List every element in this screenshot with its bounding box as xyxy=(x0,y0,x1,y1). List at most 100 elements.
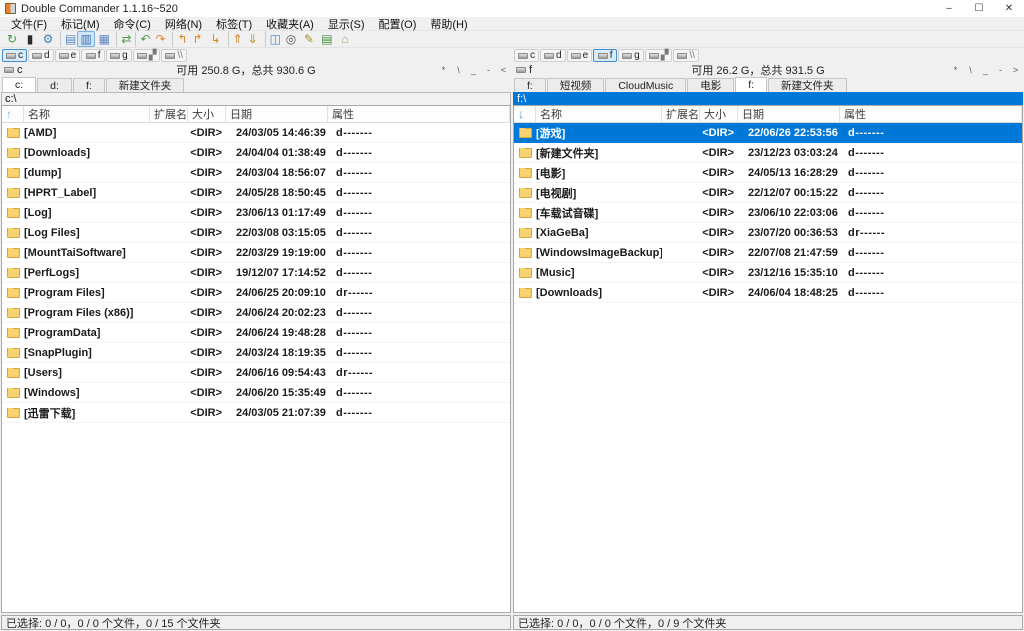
drive-button[interactable]: e xyxy=(55,49,81,62)
terminal-icon[interactable]: ▮ xyxy=(21,31,39,47)
menu-item[interactable]: 帮助(H) xyxy=(423,16,474,32)
drive-button[interactable]: f xyxy=(81,49,105,62)
pane-header-button[interactable]: _ xyxy=(469,65,478,75)
pane-header-button[interactable]: * xyxy=(951,65,960,75)
left-path-bar[interactable]: c:\ xyxy=(1,92,511,105)
close-button[interactable]: ✕ xyxy=(994,0,1024,17)
attr-column-header[interactable]: 属性 xyxy=(840,106,1022,122)
pane-header-button[interactable]: \ xyxy=(966,65,975,75)
sort-column-header[interactable]: ↑ xyxy=(2,106,24,122)
file-row[interactable]: [Users] <DIR> 24/06/16 09:54:43 dr------ xyxy=(2,363,510,383)
view-brief-icon[interactable]: ▤ xyxy=(60,31,77,47)
folder-tab[interactable]: 新建文件夹 xyxy=(106,78,185,92)
menu-item[interactable]: 显示(S) xyxy=(321,16,372,32)
file-row[interactable]: [Log] <DIR> 23/06/13 01:17:49 d------- xyxy=(2,203,510,223)
file-row[interactable]: [迅雷下载] <DIR> 24/03/05 21:07:39 d------- xyxy=(2,403,510,423)
symlink-icon[interactable]: ↱ xyxy=(189,31,207,47)
file-row[interactable]: [Program Files] <DIR> 24/06/25 20:09:10 … xyxy=(2,283,510,303)
editor-icon[interactable]: ⌂ xyxy=(336,31,354,47)
folder-tab[interactable]: 短视频 xyxy=(547,78,605,92)
file-row[interactable]: [SnapPlugin] <DIR> 24/03/24 18:19:35 d--… xyxy=(2,343,510,363)
drive-button[interactable]: f xyxy=(593,49,617,62)
folder-tab[interactable]: 新建文件夹 xyxy=(768,78,847,92)
folder-tab[interactable]: CloudMusic xyxy=(605,78,686,92)
drive-button[interactable]: c xyxy=(514,49,539,62)
drive-button[interactable]: d xyxy=(540,49,566,62)
options-icon[interactable]: ⚙ xyxy=(39,31,57,47)
drive-button[interactable]: ▞ xyxy=(645,49,673,62)
folder-tab[interactable]: 电影 xyxy=(687,78,734,92)
folder-tab[interactable]: f: xyxy=(514,78,546,92)
menu-item[interactable]: 文件(F) xyxy=(4,16,54,32)
file-row[interactable]: [Log Files] <DIR> 22/03/08 03:15:05 d---… xyxy=(2,223,510,243)
file-row[interactable]: [新建文件夹] <DIR> 23/12/23 03:03:24 d------- xyxy=(514,143,1022,163)
drive-button[interactable]: \\ xyxy=(673,49,699,62)
shortcut-icon[interactable]: ↳ xyxy=(207,31,225,47)
date-column-header[interactable]: 日期 xyxy=(738,106,840,122)
ext-column-header[interactable]: 扩展名 xyxy=(150,106,188,122)
pane-header-button[interactable]: * xyxy=(439,65,448,75)
drive-button[interactable]: ▞ xyxy=(133,49,161,62)
menu-item[interactable]: 网络(N) xyxy=(158,16,209,32)
minimize-button[interactable]: – xyxy=(934,0,964,17)
menu-item[interactable]: 标签(T) xyxy=(209,16,259,32)
drive-button[interactable]: g xyxy=(618,49,644,62)
file-row[interactable]: [HPRT_Label] <DIR> 24/05/28 18:50:45 d--… xyxy=(2,183,510,203)
file-row[interactable]: [ProgramData] <DIR> 24/06/24 19:48:28 d-… xyxy=(2,323,510,343)
pane-header-button[interactable]: - xyxy=(484,65,493,75)
folder-tab[interactable]: f: xyxy=(73,78,105,92)
file-row[interactable]: [dump] <DIR> 24/03/04 18:56:07 d------- xyxy=(2,163,510,183)
compare-icon[interactable]: ◫ xyxy=(265,31,282,47)
size-column-header[interactable]: 大小 xyxy=(188,106,226,122)
file-row[interactable]: [车载试音碟] <DIR> 23/06/10 22:03:06 d------- xyxy=(514,203,1022,223)
drive-button[interactable]: e xyxy=(567,49,593,62)
file-row[interactable]: [XiaGeBa] <DIR> 23/07/20 00:36:53 dr----… xyxy=(514,223,1022,243)
pane-header-button[interactable]: _ xyxy=(981,65,990,75)
view-thumbnails-icon[interactable]: ▦ xyxy=(95,31,113,47)
menu-item[interactable]: 标记(M) xyxy=(54,16,107,32)
refresh-icon[interactable]: ↻ xyxy=(3,31,21,47)
file-row[interactable]: [MountTaiSoftware] <DIR> 22/03/29 19:19:… xyxy=(2,243,510,263)
search-icon[interactable]: ◎ xyxy=(282,31,300,47)
drive-button[interactable]: c xyxy=(2,49,27,62)
file-row[interactable]: [WindowsImageBackup] <DIR> 22/07/08 21:4… xyxy=(514,243,1022,263)
file-row[interactable]: [Downloads] <DIR> 24/04/04 01:38:49 d---… xyxy=(2,143,510,163)
drive-button[interactable]: d xyxy=(28,49,54,62)
multi-rename-icon[interactable]: ✎ xyxy=(300,31,318,47)
file-row[interactable]: [PerfLogs] <DIR> 19/12/07 17:14:52 d----… xyxy=(2,263,510,283)
view-full-icon[interactable]: ▥ xyxy=(77,31,95,47)
viewer-icon[interactable]: ▤ xyxy=(318,31,336,47)
pane-header-button[interactable]: < xyxy=(499,65,508,75)
drive-button[interactable]: \\ xyxy=(161,49,187,62)
menu-item[interactable]: 收藏夹(A) xyxy=(259,16,321,32)
folder-tab[interactable]: c: xyxy=(2,77,36,92)
menu-item[interactable]: 命令(C) xyxy=(107,16,158,32)
file-row[interactable]: [Music] <DIR> 23/12/16 15:35:10 d------- xyxy=(514,263,1022,283)
drive-button[interactable]: g xyxy=(106,49,132,62)
attr-column-header[interactable]: 属性 xyxy=(328,106,510,122)
name-column-header[interactable]: 名称 xyxy=(536,106,662,122)
dir-back-icon[interactable]: ↶ xyxy=(135,31,151,47)
ext-column-header[interactable]: 扩展名 xyxy=(662,106,700,122)
pane-header-button[interactable]: > xyxy=(1011,65,1020,75)
file-row[interactable]: [电影] <DIR> 24/05/13 16:28:29 d------- xyxy=(514,163,1022,183)
file-row[interactable]: [电视剧] <DIR> 22/12/07 00:15:22 d------- xyxy=(514,183,1022,203)
size-column-header[interactable]: 大小 xyxy=(700,106,738,122)
pane-header-button[interactable]: \ xyxy=(454,65,463,75)
menu-item[interactable]: 配置(O) xyxy=(372,16,424,32)
maximize-button[interactable]: ☐ xyxy=(964,0,994,17)
folder-tab[interactable]: d: xyxy=(37,78,72,92)
dir-forward-icon[interactable]: ↷ xyxy=(151,31,169,47)
swap-panels-icon[interactable]: ⇄ xyxy=(116,31,132,47)
sort-column-header[interactable]: ↓ xyxy=(514,106,536,122)
right-path-bar[interactable]: f:\ xyxy=(513,92,1023,105)
file-row[interactable]: [游戏] <DIR> 22/06/26 22:53:56 d------- xyxy=(514,123,1022,143)
file-row[interactable]: [Downloads] <DIR> 24/06/04 18:48:25 d---… xyxy=(514,283,1022,303)
pane-header-button[interactable]: - xyxy=(996,65,1005,75)
file-row[interactable]: [AMD] <DIR> 24/03/05 14:46:39 d------- xyxy=(2,123,510,143)
unpack-icon[interactable]: ⇓ xyxy=(244,31,262,47)
name-column-header[interactable]: 名称 xyxy=(24,106,150,122)
folder-tab[interactable]: f: xyxy=(735,77,767,92)
file-row[interactable]: [Program Files (x86)] <DIR> 24/06/24 20:… xyxy=(2,303,510,323)
file-row[interactable]: [Windows] <DIR> 24/06/20 15:35:49 d-----… xyxy=(2,383,510,403)
